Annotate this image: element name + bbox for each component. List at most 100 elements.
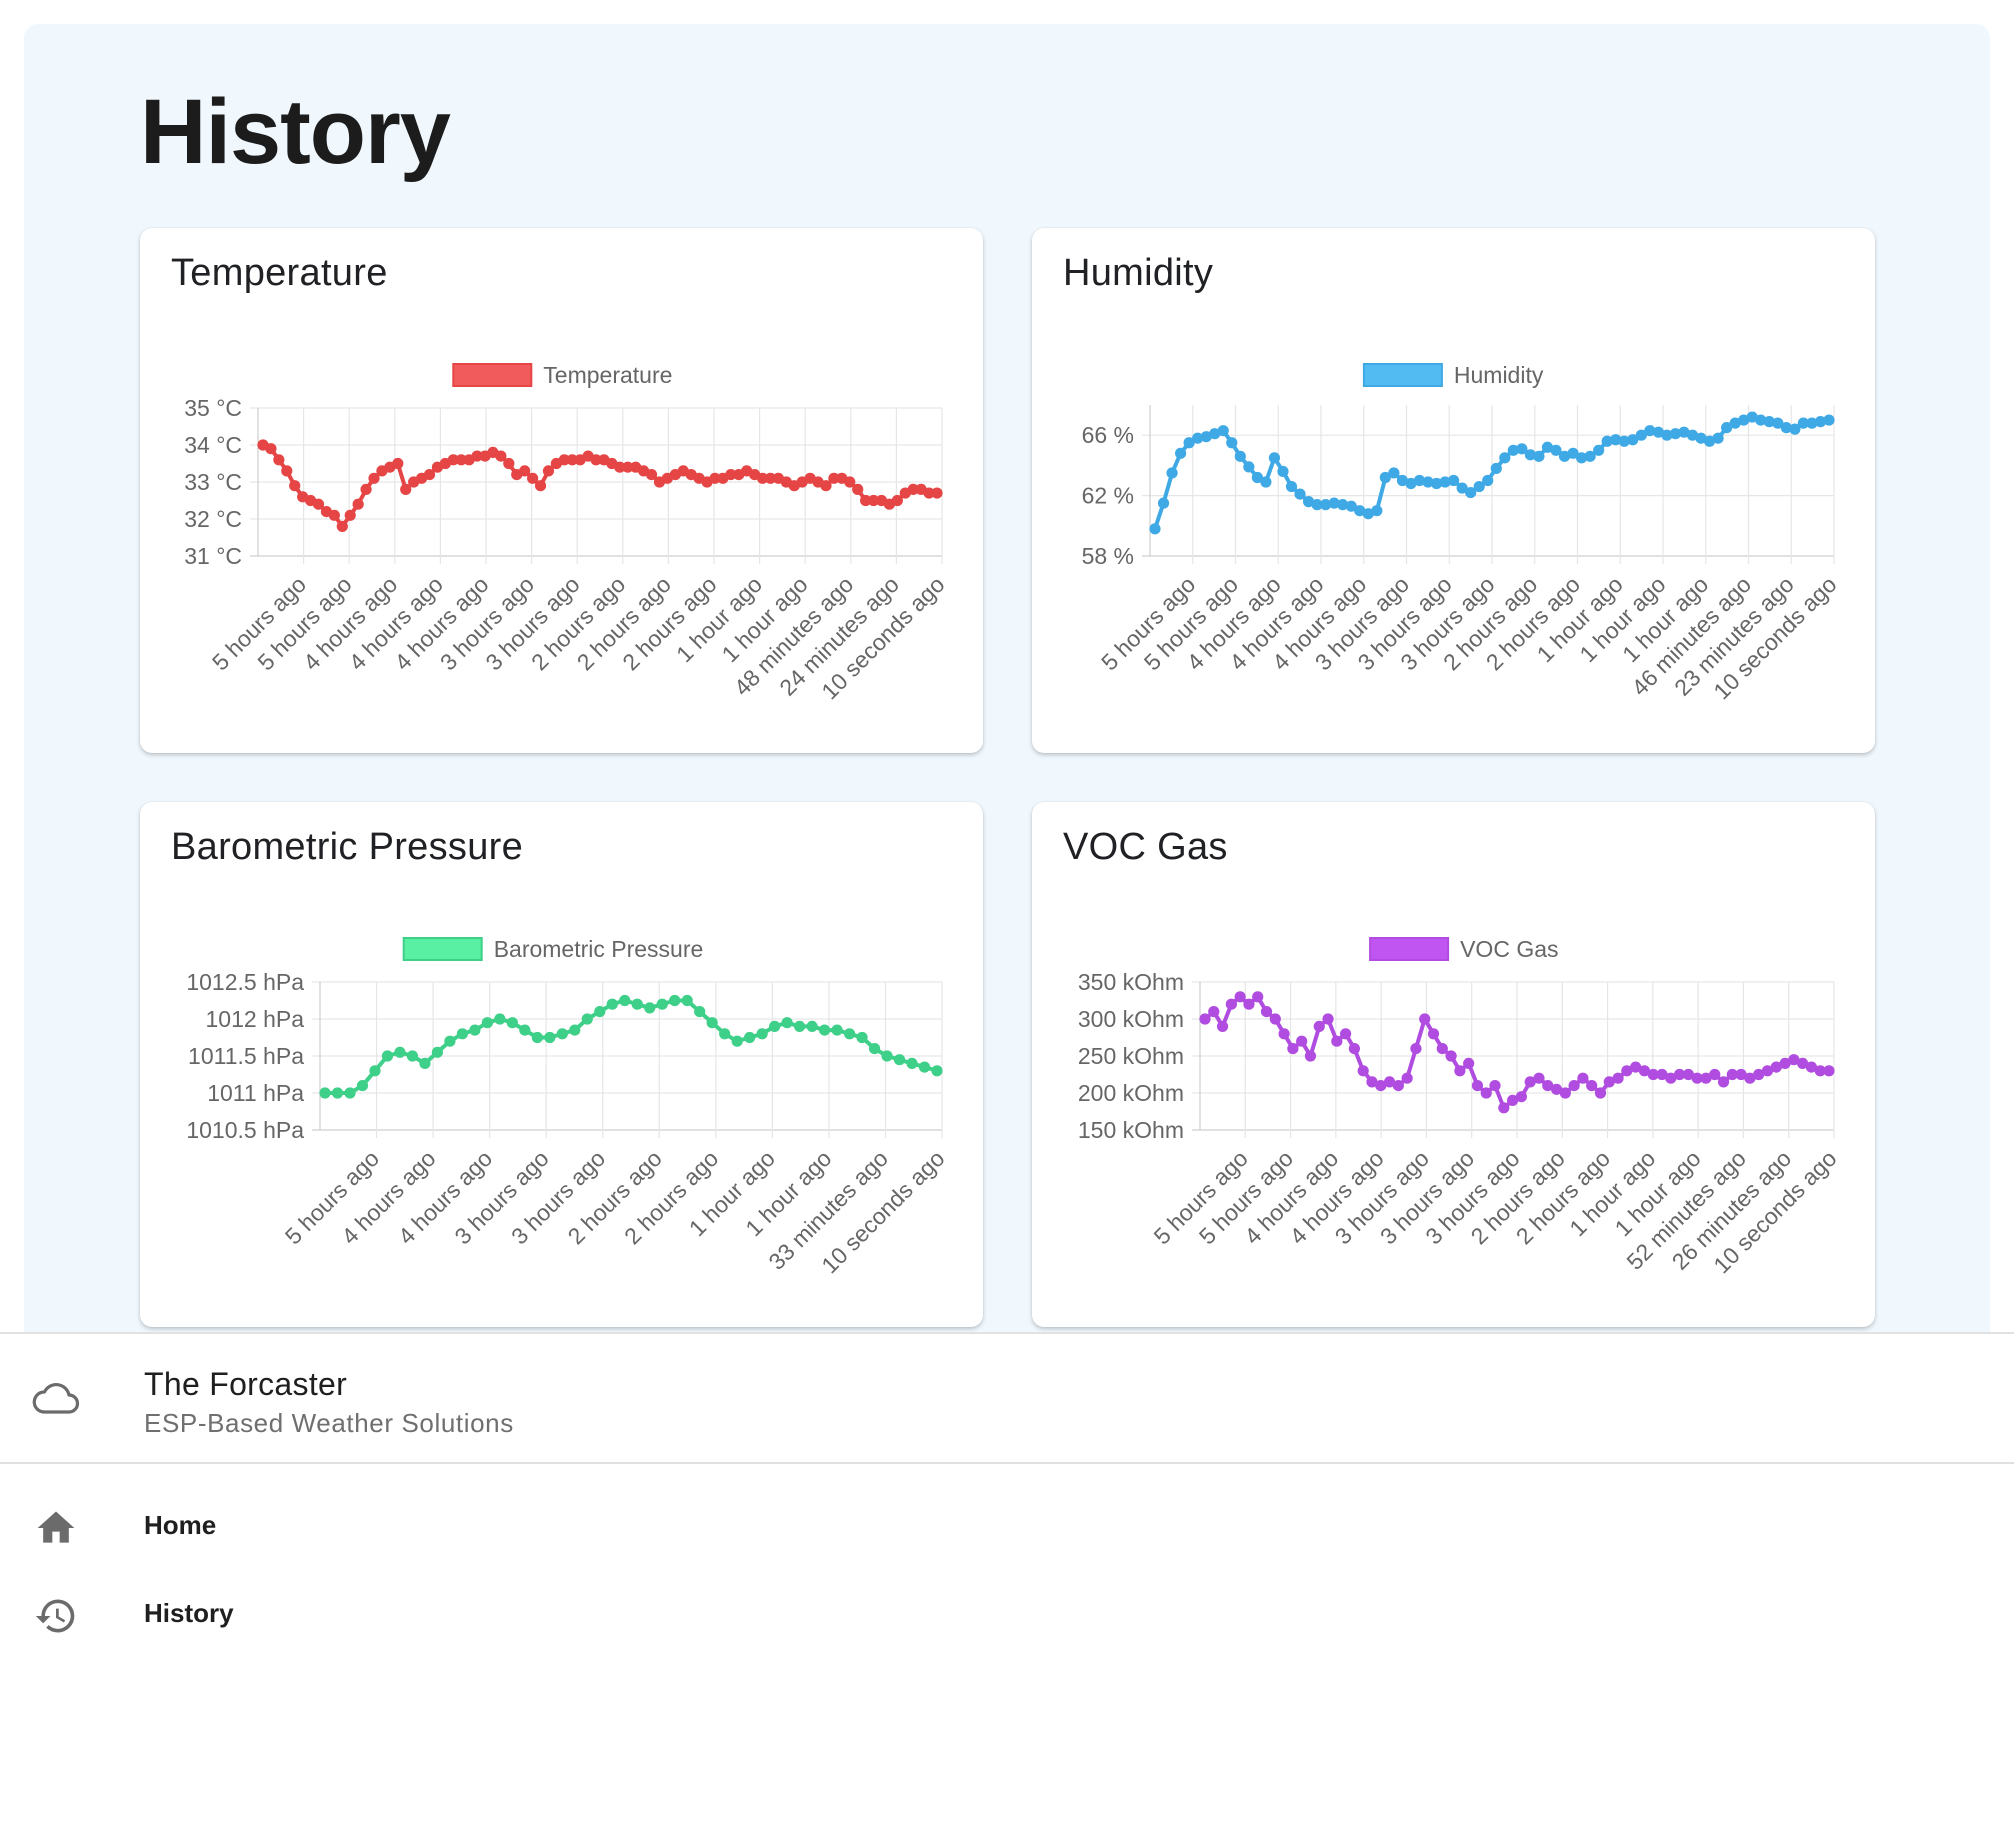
legend-swatch[interactable] (452, 363, 533, 387)
data-point[interactable] (1331, 1035, 1343, 1047)
data-point[interactable] (1313, 1020, 1325, 1032)
data-point[interactable] (1234, 450, 1246, 462)
data-point[interactable] (1410, 1043, 1422, 1055)
data-point[interactable] (265, 443, 277, 455)
data-point[interactable] (1269, 1013, 1281, 1025)
data-point[interactable] (1278, 1028, 1290, 1040)
data-point[interactable] (831, 1024, 843, 1036)
data-point[interactable] (356, 1080, 369, 1092)
data-point[interactable] (1463, 1057, 1475, 1069)
data-point[interactable] (806, 1020, 818, 1032)
legend-swatch[interactable] (1369, 937, 1450, 961)
legend-label[interactable]: Humidity (1454, 362, 1544, 388)
data-point[interactable] (1427, 1028, 1440, 1040)
data-point[interactable] (360, 483, 372, 495)
data-point[interactable] (1419, 1013, 1431, 1025)
data-point[interactable] (273, 454, 285, 466)
data-point[interactable] (881, 1050, 893, 1062)
data-point[interactable] (534, 480, 547, 492)
data-point[interactable] (1712, 432, 1724, 444)
data-point[interactable] (494, 1013, 506, 1025)
data-point[interactable] (1515, 1091, 1527, 1103)
data-point[interactable] (569, 1024, 581, 1036)
data-point[interactable] (1174, 447, 1187, 459)
data-point[interactable] (1577, 1072, 1589, 1084)
data-point[interactable] (392, 457, 404, 470)
nav-item-home[interactable]: Home (0, 1486, 2014, 1566)
data-point[interactable] (419, 1057, 431, 1069)
data-point[interactable] (444, 1035, 456, 1047)
data-point[interactable] (336, 520, 348, 532)
data-point[interactable] (1709, 1068, 1721, 1081)
data-point[interactable] (1533, 1072, 1545, 1084)
data-point[interactable] (744, 1031, 756, 1044)
data-point[interactable] (1612, 1072, 1624, 1084)
data-point[interactable] (544, 1031, 556, 1044)
data-point[interactable] (1234, 991, 1246, 1003)
data-point[interactable] (1340, 1028, 1352, 1040)
data-point[interactable] (281, 465, 293, 477)
data-point[interactable] (1392, 1080, 1404, 1092)
data-point[interactable] (656, 998, 668, 1010)
data-point[interactable] (503, 457, 515, 470)
data-point[interactable] (328, 509, 340, 521)
data-point[interactable] (289, 480, 301, 492)
data-point[interactable] (931, 1065, 943, 1077)
data-point[interactable] (769, 1020, 781, 1032)
data-point[interactable] (1498, 1102, 1510, 1114)
data-point[interactable] (843, 1028, 856, 1040)
data-point[interactable] (918, 1061, 931, 1073)
data-point[interactable] (794, 1020, 806, 1032)
data-point[interactable] (1226, 437, 1238, 449)
data-point[interactable] (856, 1031, 868, 1044)
data-point[interactable] (1260, 476, 1272, 488)
data-point[interactable] (1260, 1006, 1273, 1018)
data-point[interactable] (619, 994, 631, 1007)
data-point[interactable] (1348, 1043, 1361, 1055)
data-point[interactable] (931, 487, 943, 499)
data-point[interactable] (1268, 452, 1281, 464)
data-point[interactable] (1294, 488, 1306, 500)
data-point[interactable] (781, 1017, 793, 1029)
legend-label[interactable]: VOC Gas (1460, 936, 1558, 962)
data-point[interactable] (1225, 998, 1237, 1010)
data-point[interactable] (1594, 1087, 1607, 1099)
data-point[interactable] (1448, 474, 1460, 487)
data-point[interactable] (1216, 1020, 1229, 1032)
nav-item-history[interactable]: History (0, 1574, 2014, 1654)
data-point[interactable] (581, 1013, 593, 1025)
data-point[interactable] (1482, 474, 1494, 487)
data-point[interactable] (694, 1006, 706, 1018)
data-point[interactable] (556, 1028, 568, 1040)
data-point[interactable] (1277, 465, 1289, 478)
data-point[interactable] (731, 1035, 743, 1047)
legend-swatch[interactable] (402, 937, 483, 961)
data-point[interactable] (1199, 1013, 1211, 1025)
data-point[interactable] (1586, 1080, 1598, 1092)
data-point[interactable] (1371, 505, 1383, 517)
data-point[interactable] (431, 1046, 444, 1058)
data-point[interactable] (906, 1057, 918, 1069)
data-point[interactable] (352, 498, 364, 510)
data-point[interactable] (481, 1017, 493, 1029)
data-point[interactable] (644, 1002, 656, 1014)
data-point[interactable] (1304, 1050, 1317, 1062)
data-point[interactable] (519, 1024, 531, 1036)
data-point[interactable] (1388, 467, 1400, 479)
data-point[interactable] (1157, 497, 1170, 509)
data-point[interactable] (719, 1028, 731, 1040)
data-point[interactable] (1285, 480, 1298, 493)
data-point[interactable] (1489, 1080, 1501, 1092)
data-point[interactable] (1471, 1080, 1484, 1092)
data-point[interactable] (369, 1065, 381, 1077)
data-point[interactable] (1243, 461, 1255, 473)
data-point[interactable] (1480, 1087, 1492, 1099)
data-point[interactable] (1490, 462, 1502, 475)
data-point[interactable] (319, 1087, 331, 1099)
data-point[interactable] (1436, 1043, 1448, 1055)
data-point[interactable] (1166, 467, 1178, 479)
data-point[interactable] (531, 1031, 543, 1044)
data-point[interactable] (1823, 414, 1835, 426)
legend-swatch[interactable] (1362, 363, 1443, 387)
data-point[interactable] (1593, 444, 1605, 456)
